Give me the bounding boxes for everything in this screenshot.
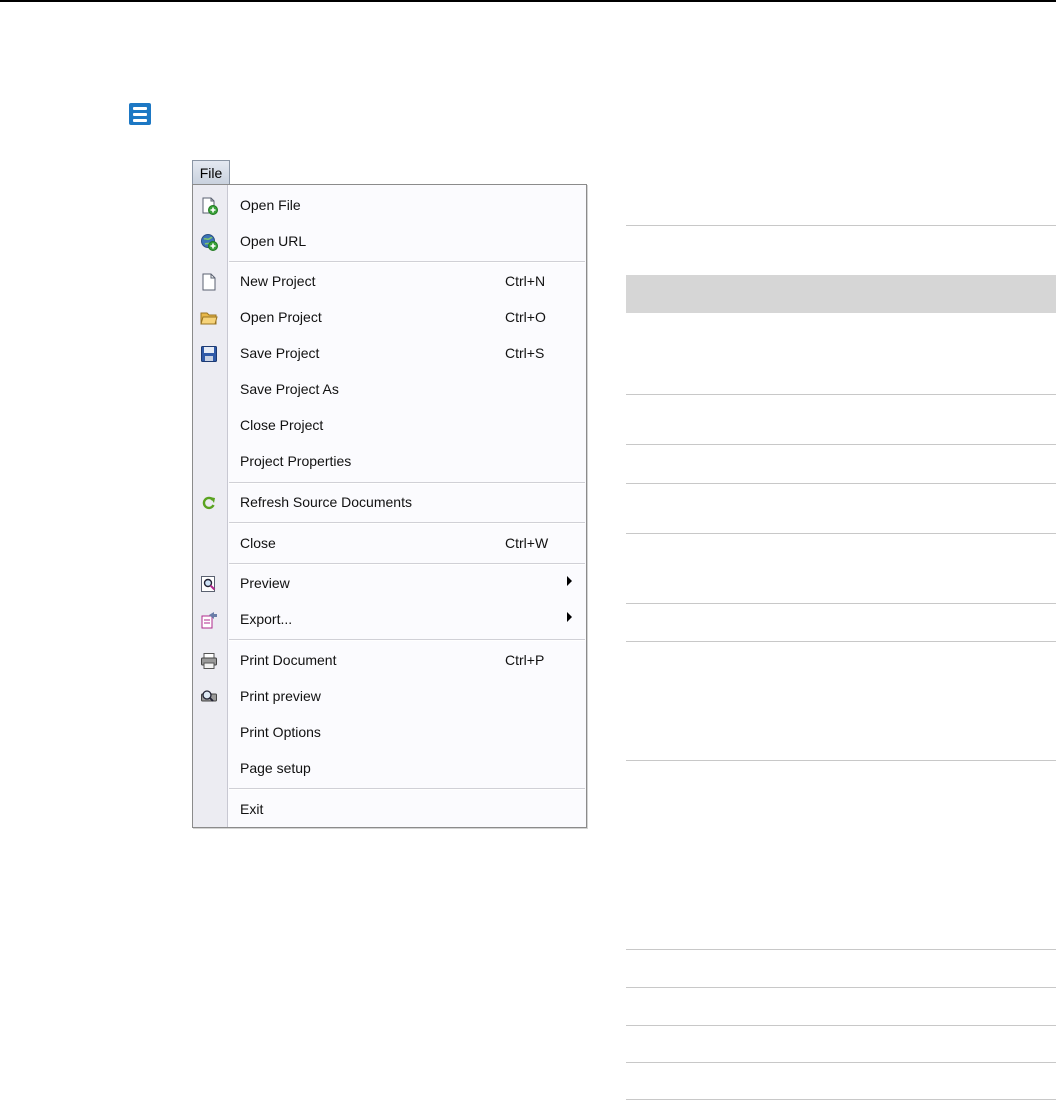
table-rule <box>626 641 1056 642</box>
table-rule <box>626 1099 1056 1100</box>
refresh-icon <box>200 494 218 512</box>
top-divider <box>0 0 1056 2</box>
file-menu-tab[interactable]: File <box>192 160 230 184</box>
menu-item-shortcut: Ctrl+W <box>505 535 549 551</box>
menu-item-export[interactable]: Export... <box>193 603 586 637</box>
menu-separator <box>229 788 585 790</box>
export-icon <box>200 611 218 629</box>
menu-separator <box>229 522 585 524</box>
menu-item-page-setup[interactable]: Page setup <box>193 752 586 786</box>
menu-item-label: Refresh Source Documents <box>240 494 412 510</box>
menu-item-label: Close <box>240 535 276 551</box>
table-rule <box>626 394 1056 395</box>
menu-item-label: Export... <box>240 611 293 627</box>
table-rule <box>626 533 1056 534</box>
table-rule <box>626 1025 1056 1026</box>
menu-separator <box>229 482 585 484</box>
table-rule <box>626 225 1056 226</box>
new-document-icon <box>200 273 218 291</box>
menu-separator <box>229 639 585 641</box>
file-menu-dropdown: Open File Open URL New Project Ctrl+N Op… <box>192 184 587 828</box>
floppy-disk-icon <box>200 345 218 363</box>
table-rule <box>626 444 1056 445</box>
menu-item-shortcut: Ctrl+O <box>505 309 546 325</box>
menu-item-label: Preview <box>240 575 290 591</box>
table-rule <box>626 1062 1056 1063</box>
menu-item-refresh-source-documents[interactable]: Refresh Source Documents <box>193 486 586 520</box>
menu-item-close-project[interactable]: Close Project <box>193 409 586 443</box>
submenu-arrow-icon <box>567 576 572 586</box>
page: File Open File Open URL New Project Ctrl… <box>0 0 1056 1101</box>
file-menu-tab-label: File <box>199 164 223 181</box>
menu-item-shortcut: Ctrl+P <box>505 652 545 668</box>
menu-item-close[interactable]: Close Ctrl+W <box>193 527 586 561</box>
menu-item-exit[interactable]: Exit <box>193 793 586 827</box>
menu-item-label: Exit <box>240 801 264 817</box>
table-rule <box>626 949 1056 950</box>
table-rule <box>626 987 1056 988</box>
open-url-icon <box>200 233 218 251</box>
menu-item-label: Open File <box>240 197 301 213</box>
open-folder-icon <box>200 309 218 327</box>
print-preview-icon <box>200 688 218 706</box>
open-file-icon <box>200 197 218 215</box>
menu-item-label: Print preview <box>240 688 321 704</box>
menu-item-save-project[interactable]: Save Project Ctrl+S <box>193 337 586 371</box>
menu-item-save-project-as[interactable]: Save Project As <box>193 373 586 407</box>
menu-separator <box>229 563 585 565</box>
submenu-arrow-icon <box>567 612 572 622</box>
menu-item-label: Print Options <box>240 724 321 740</box>
menu-item-label: New Project <box>240 273 316 289</box>
menu-item-label: Open URL <box>240 233 307 249</box>
table-rule <box>626 760 1056 761</box>
printer-icon <box>200 652 218 670</box>
menu-item-label: Page setup <box>240 760 311 776</box>
menu-item-shortcut: Ctrl+N <box>505 273 546 289</box>
menu-item-open-project[interactable]: Open Project Ctrl+O <box>193 301 586 335</box>
menu-item-label: Project Properties <box>240 453 352 469</box>
menu-item-print-document[interactable]: Print Document Ctrl+P <box>193 644 586 678</box>
table-rule <box>626 483 1056 484</box>
menu-item-new-project[interactable]: New Project Ctrl+N <box>193 265 586 299</box>
menu-item-label: Close Project <box>240 417 324 433</box>
menu-item-print-options[interactable]: Print Options <box>193 716 586 750</box>
menu-item-open-url[interactable]: Open URL <box>193 225 586 259</box>
menu-separator <box>229 261 585 263</box>
menu-item-open-file[interactable]: Open File <box>193 189 586 223</box>
table-rule <box>626 603 1056 604</box>
menu-item-print-preview[interactable]: Print preview <box>193 680 586 714</box>
menu-item-label: Open Project <box>240 309 322 325</box>
table-header-row <box>626 275 1056 313</box>
menu-item-label: Save Project As <box>240 381 339 397</box>
menu-item-preview[interactable]: Preview <box>193 567 586 601</box>
menu-item-label: Print Document <box>240 652 337 668</box>
menu-item-label: Save Project <box>240 345 320 361</box>
menu-item-project-properties[interactable]: Project Properties <box>193 445 586 479</box>
hamburger-menu-icon[interactable] <box>129 103 151 125</box>
magnifier-icon <box>200 575 218 593</box>
menu-item-shortcut: Ctrl+S <box>505 345 545 361</box>
